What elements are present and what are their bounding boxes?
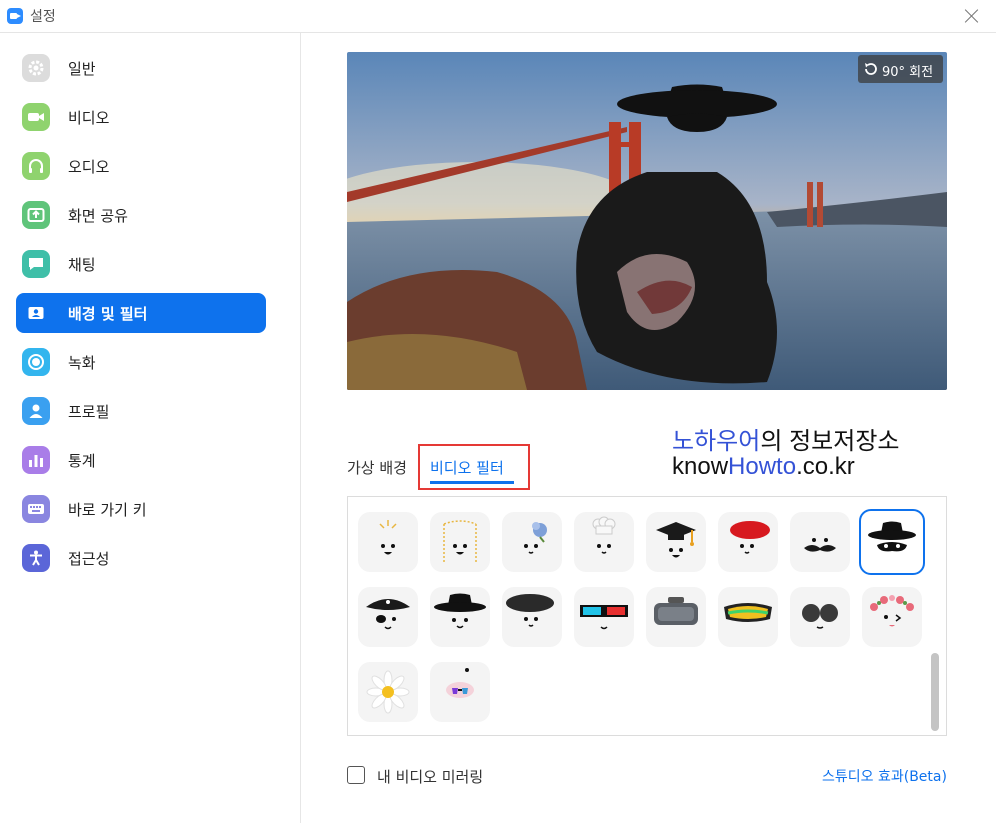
sidebar-item-video[interactable]: 비디오 — [16, 97, 266, 137]
sidebar-item-label: 화면 공유 — [68, 207, 128, 225]
ski-goggles-filter[interactable] — [718, 587, 778, 647]
sidebar-item-share-screen[interactable]: 화면 공유 — [16, 195, 266, 235]
mirror-video-label: 내 비디오 미러링 — [377, 768, 484, 786]
sidebar-item-background-filter[interactable]: 배경 및 필터 — [16, 293, 266, 333]
rainbow-sparkle-filter[interactable] — [430, 662, 490, 722]
mustache-filter[interactable] — [790, 512, 850, 572]
golden-frame-filter[interactable] — [430, 512, 490, 572]
red-beret-filter[interactable] — [718, 512, 778, 572]
sidebar-item-label: 프로필 — [68, 403, 110, 421]
headphones-icon — [22, 152, 50, 180]
sidebar-item-label: 일반 — [68, 60, 96, 78]
sidebar-item-audio[interactable]: 오디오 — [16, 146, 266, 186]
background-portrait-icon — [22, 299, 50, 327]
video-preview — [347, 52, 947, 390]
sidebar-item-label: 녹화 — [68, 354, 96, 372]
sidebar-item-label: 바로 가기 키 — [68, 501, 147, 519]
black-beret-filter[interactable] — [502, 587, 562, 647]
sparkle-crown-filter[interactable] — [358, 512, 418, 572]
sidebar-item-label: 채팅 — [68, 256, 96, 274]
title-bar: 설정 — [0, 0, 996, 33]
bar-chart-icon — [22, 446, 50, 474]
watermark-text: know — [672, 453, 729, 480]
tab-virtual-background[interactable]: 가상 배경 — [347, 457, 407, 478]
watermark-text: .co.kr — [796, 453, 855, 480]
golden-gate-background-image — [347, 52, 947, 390]
record-icon — [22, 348, 50, 376]
sidebar-item-profile[interactable]: 프로필 — [16, 391, 266, 431]
watermark-line-2: knowHowto.co.kr — [672, 453, 855, 481]
sidebar-item-shortcuts[interactable]: 바로 가기 키 — [16, 489, 266, 529]
sidebar-item-label: 비디오 — [68, 109, 110, 127]
graduation-cap-filter[interactable] — [646, 512, 706, 572]
user-icon — [22, 397, 50, 425]
3d-glasses-filter[interactable] — [574, 587, 634, 647]
flower-crown-filter[interactable] — [862, 587, 922, 647]
pirate-hat-filter[interactable] — [358, 587, 418, 647]
accessibility-icon — [22, 544, 50, 572]
video-camera-icon — [22, 103, 50, 131]
keyboard-icon — [22, 495, 50, 523]
filter-scrollbar-thumb[interactable] — [931, 653, 939, 731]
rotate-button[interactable]: 90° 회전 — [858, 55, 943, 83]
sidebar-item-accessibility[interactable]: 접근성 — [16, 538, 266, 578]
sidebar-item-label: 통계 — [68, 452, 96, 470]
share-screen-icon — [22, 201, 50, 229]
flower-hydrangea-filter[interactable] — [502, 512, 562, 572]
round-sunglasses-filter[interactable] — [790, 587, 850, 647]
settings-sidebar: 일반 비디오 오디오 화면 공유 채팅 배경 및 필터 녹화 프로필 통계 바로… — [0, 33, 301, 823]
sidebar-item-label: 접근성 — [68, 550, 110, 568]
sidebar-item-chat[interactable]: 채팅 — [16, 244, 266, 284]
sidebar-item-label: 오디오 — [68, 158, 110, 176]
vr-headset-filter[interactable] — [646, 587, 706, 647]
watermark-highlight: 노하우어 — [672, 428, 761, 455]
rotate-label: 90° 회전 — [882, 65, 934, 80]
mirror-video-checkbox[interactable] — [347, 766, 365, 784]
rotate-icon — [865, 63, 877, 75]
watermark-line-1: 노하우어의 정보저장소 — [672, 421, 899, 456]
sidebar-item-general[interactable]: 일반 — [16, 48, 266, 88]
sidebar-item-label: 배경 및 필터 — [68, 305, 148, 323]
black-fedora-mask-filter[interactable] — [859, 509, 925, 575]
window-title: 설정 — [30, 9, 56, 25]
close-icon[interactable] — [962, 6, 982, 26]
gear-icon — [22, 54, 50, 82]
sidebar-item-recording[interactable]: 녹화 — [16, 342, 266, 382]
black-hat-filter[interactable] — [430, 587, 490, 647]
chat-bubble-icon — [22, 250, 50, 278]
watermark-highlight: Howto — [728, 453, 797, 480]
chef-hat-filter[interactable] — [574, 512, 634, 572]
daisy-filter[interactable] — [358, 662, 418, 722]
watermark-text: 의 정보저장소 — [760, 428, 900, 455]
studio-effects-link[interactable]: 스튜디오 효과(Beta) — [822, 766, 947, 786]
zoom-app-icon — [7, 8, 23, 24]
annotation-highlight-box — [418, 444, 530, 490]
sidebar-item-statistics[interactable]: 통계 — [16, 440, 266, 480]
